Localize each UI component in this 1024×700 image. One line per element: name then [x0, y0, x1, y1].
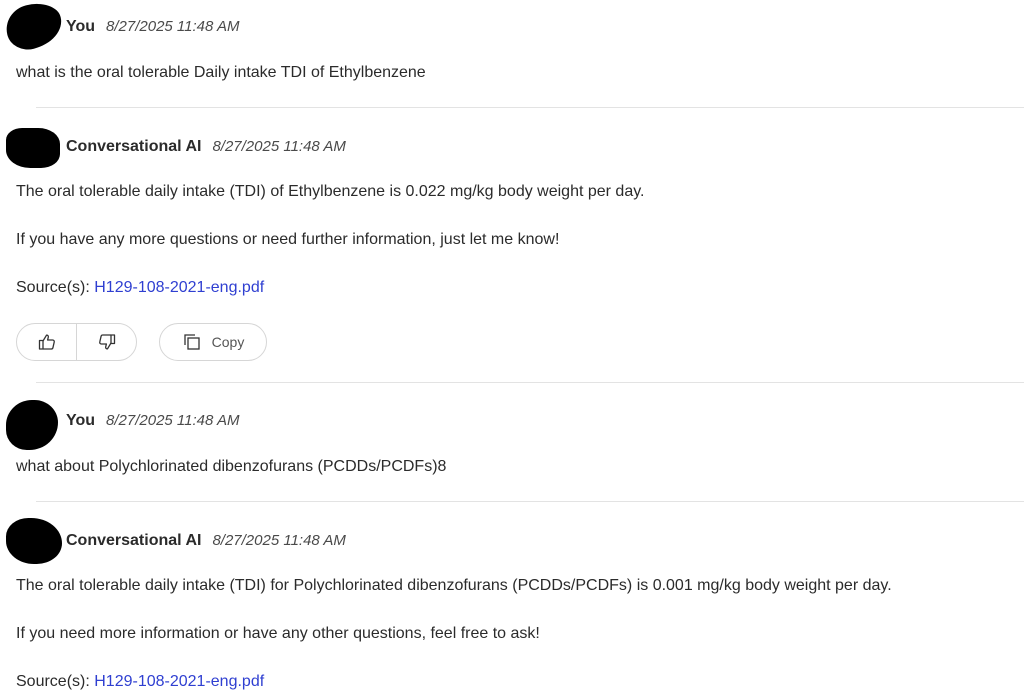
- sources-line: Source(s): H129-108-2021-eng.pdf: [16, 673, 264, 691]
- divider: [36, 382, 1024, 383]
- copy-icon: [182, 332, 202, 352]
- ai-avatar: [6, 128, 60, 168]
- thumbs-up-button[interactable]: [17, 324, 76, 360]
- timestamp: 8/27/2025 11:48 AM: [212, 138, 346, 155]
- ai-response-line: The oral tolerable daily intake (TDI) of…: [16, 183, 645, 200]
- divider: [36, 501, 1024, 502]
- user-avatar: [6, 400, 58, 450]
- message-header: You 8/27/2025 11:48 AM: [66, 412, 239, 432]
- message-header: Conversational AI 8/27/2025 11:48 AM: [66, 138, 346, 158]
- divider: [36, 107, 1024, 108]
- message-header: Conversational AI 8/27/2025 11:48 AM: [66, 532, 346, 552]
- ai-response-line: If you need more information or have any…: [16, 625, 540, 642]
- author-name: You: [66, 18, 96, 35]
- source-link[interactable]: H129-108-2021-eng.pdf: [94, 673, 264, 690]
- user-avatar: [1, 0, 67, 55]
- ai-response-line: If you have any more questions or need f…: [16, 231, 560, 248]
- ai-avatar: [6, 518, 62, 564]
- user-message-text: what is the oral tolerable Daily intake …: [16, 64, 426, 81]
- timestamp: 8/27/2025 11:48 AM: [106, 412, 240, 429]
- timestamp: 8/27/2025 11:48 AM: [106, 18, 240, 35]
- thumbs-down-icon: [97, 332, 117, 352]
- copy-label: Copy: [211, 334, 245, 350]
- source-link[interactable]: H129-108-2021-eng.pdf: [94, 279, 264, 296]
- user-message-text: what about Polychlorinated dibenzofurans…: [16, 458, 447, 475]
- timestamp: 8/27/2025 11:48 AM: [212, 532, 346, 549]
- author-name: Conversational AI: [66, 138, 202, 155]
- author-name: You: [66, 412, 96, 429]
- sources-label: Source(s):: [16, 279, 90, 296]
- feedback-group: [16, 323, 137, 361]
- ai-response-line: The oral tolerable daily intake (TDI) fo…: [16, 577, 892, 594]
- message-header: You 8/27/2025 11:48 AM: [66, 18, 239, 38]
- author-name: Conversational AI: [66, 532, 202, 549]
- copy-button[interactable]: Copy: [159, 323, 267, 361]
- thumbs-down-button[interactable]: [76, 324, 136, 360]
- thumbs-up-icon: [37, 332, 57, 352]
- sources-line: Source(s): H129-108-2021-eng.pdf: [16, 279, 264, 297]
- sources-label: Source(s):: [16, 673, 90, 690]
